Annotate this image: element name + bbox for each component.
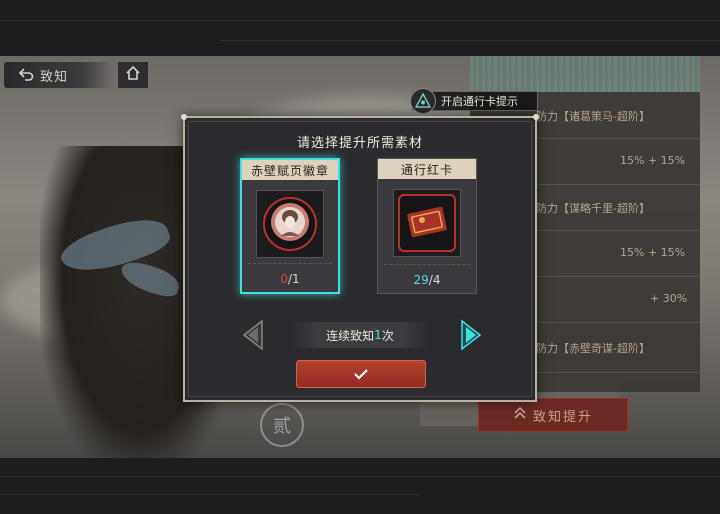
material-icon-frame [393, 189, 461, 257]
corner-ornament [533, 114, 539, 120]
red-card-icon [406, 204, 448, 242]
back-button-label: 致知 [40, 69, 69, 85]
attr-row-text: 15% + 15% [620, 154, 686, 167]
attr-row-text: 防力【赤壁奇谋-超阶】 [536, 342, 650, 355]
consecutive-count-display: 连续致知 1 次 [290, 322, 430, 348]
attr-row-text: + 30% [650, 292, 688, 305]
confirm-button[interactable] [296, 360, 426, 388]
material-card-red-pass[interactable]: 通行红卡 29/4 [377, 158, 477, 294]
triangle-left-icon [240, 319, 266, 356]
upgrade-button[interactable]: 致知提升 [478, 398, 628, 432]
triangle-right-icon [458, 319, 484, 356]
return-arrow-icon [18, 66, 34, 85]
top-letterbox [0, 0, 720, 57]
card-divider [384, 264, 470, 265]
dialog-title: 请选择提升所需素材 [296, 136, 423, 151]
count-value: 1 [374, 328, 382, 342]
count-prefix: 连续致知 [326, 328, 375, 343]
material-icon-frame [256, 190, 324, 258]
pass-card-icon[interactable] [410, 88, 436, 114]
count-suffix: 次 [381, 328, 394, 343]
material-card-title: 赤壁赋页徽章 [242, 160, 338, 180]
checkmark-icon [353, 365, 369, 384]
pass-card-hint-label: 开启通行卡提示 [441, 95, 518, 108]
home-button[interactable] [118, 62, 148, 88]
material-card-title: 通行红卡 [378, 159, 476, 179]
material-count: 0/1 [280, 272, 300, 286]
back-button[interactable]: 致知 [4, 62, 114, 88]
upgrade-button-label: 致知提升 [532, 409, 593, 425]
bottom-letterbox [0, 457, 720, 514]
corner-ornament [181, 114, 187, 120]
home-icon [125, 65, 141, 85]
attr-row-text: 防力【谋略千里-超阶】 [536, 202, 650, 215]
portrait-badge-icon [270, 202, 310, 246]
double-chevron-up-icon [513, 406, 527, 424]
attr-row-text: 15% + 15% [620, 246, 686, 259]
attr-row-text: 防力【诸葛策马-超阶】 [536, 110, 650, 123]
material-card-badge[interactable]: 赤壁赋页徽章 0/1 [240, 158, 340, 294]
card-divider [248, 263, 332, 264]
stage-seal: 贰 [260, 403, 304, 447]
decrease-arrow-button[interactable] [240, 318, 266, 352]
background-tab-strip [470, 56, 700, 96]
increase-arrow-button[interactable] [458, 318, 484, 352]
material-count: 29/4 [413, 273, 441, 287]
